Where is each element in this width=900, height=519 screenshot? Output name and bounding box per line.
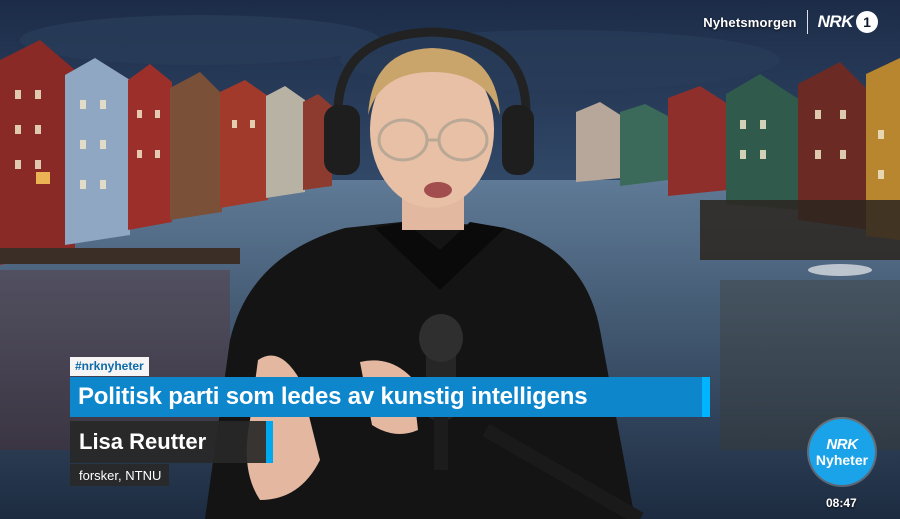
nyheter-logo-line2: Nyheter bbox=[815, 451, 869, 468]
nyheter-logo-line1: NRK bbox=[826, 435, 858, 453]
nrk1-logo-icon: NRK 1 bbox=[818, 11, 878, 33]
speaker-name: Lisa Reutter bbox=[79, 429, 207, 454]
branding-divider bbox=[806, 10, 808, 34]
broadcast-frame: Nyhetsmorgen NRK 1 #nrknyheter Politisk … bbox=[0, 0, 900, 519]
speaker-name-bar: Lisa Reutter bbox=[70, 421, 273, 463]
hashtag-label: #nrknyheter bbox=[70, 357, 149, 376]
headline-bar: Politisk parti som ledes av kunstig inte… bbox=[70, 377, 710, 417]
channel-branding: Nyhetsmorgen NRK 1 bbox=[703, 10, 878, 34]
headline-text: Politisk parti som ledes av kunstig inte… bbox=[78, 383, 588, 410]
show-name: Nyhetsmorgen bbox=[703, 14, 797, 30]
nrk1-logo-number: 1 bbox=[856, 11, 878, 33]
nrk-nyheter-logo-icon: NRK Nyheter bbox=[809, 419, 875, 485]
speaker-title-bar: forsker, NTNU bbox=[70, 464, 170, 486]
speaker-title: forsker, NTNU bbox=[79, 467, 162, 483]
nrk1-logo-text: NRK bbox=[817, 12, 854, 31]
broadcast-clock: 08:47 bbox=[826, 496, 857, 510]
